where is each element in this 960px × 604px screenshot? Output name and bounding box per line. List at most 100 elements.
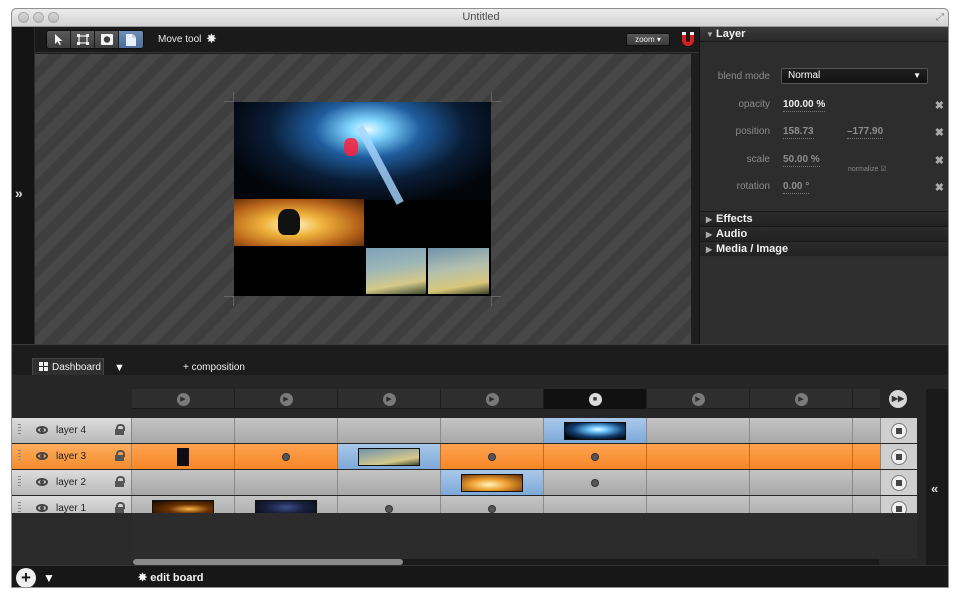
- column-play-button[interactable]: ▶: [132, 389, 235, 409]
- normalize-checkbox[interactable]: normalize ☑: [848, 165, 887, 173]
- media-image-section-header[interactable]: ▶ Media / Image: [700, 241, 948, 256]
- drag-grip-icon[interactable]: [18, 476, 21, 488]
- empty-clip-cell[interactable]: [338, 470, 441, 495]
- media-tool-button[interactable]: [119, 31, 143, 48]
- audio-section-title: Audio: [716, 228, 748, 240]
- snap-magnet-icon[interactable]: [681, 31, 695, 47]
- canvas-clip-sky-right[interactable]: [428, 248, 489, 294]
- empty-clip-cell[interactable]: [235, 470, 338, 495]
- transform-tool-button[interactable]: [71, 31, 95, 48]
- lock-icon[interactable]: [115, 502, 125, 513]
- row-stop-control[interactable]: [880, 418, 917, 443]
- effects-section-header[interactable]: ▶ Effects: [700, 211, 948, 226]
- empty-clip-cell[interactable]: [544, 444, 647, 469]
- composition-canvas[interactable]: [35, 54, 691, 344]
- expand-left-panel-icon[interactable]: »: [15, 185, 23, 201]
- layer-row-label[interactable]: layer 2: [12, 470, 132, 495]
- clip-cell[interactable]: [132, 444, 235, 469]
- lock-icon[interactable]: [115, 424, 125, 435]
- app-window: Untitled ⤢ » Move tool ✸ zoom ▾ ▼ Layer …: [11, 8, 949, 588]
- empty-clip-cell[interactable]: [132, 418, 235, 443]
- layer-name: layer 2: [56, 477, 87, 488]
- stop-icon: [891, 474, 907, 491]
- rotation-unit: °: [805, 181, 810, 192]
- reset-position-icon[interactable]: ✖: [935, 126, 944, 139]
- drag-grip-icon[interactable]: [18, 450, 21, 462]
- collapse-right-panel-icon[interactable]: «: [926, 389, 948, 565]
- canvas-clip-flash[interactable]: [234, 102, 491, 200]
- lock-icon[interactable]: [115, 450, 125, 461]
- opacity-unit: %: [816, 99, 826, 110]
- column-play-button[interactable]: ▶: [338, 389, 441, 409]
- edit-board-button[interactable]: ✸ edit board: [138, 571, 203, 584]
- position-x-field[interactable]: 158.73: [783, 126, 814, 139]
- clip-thumbnail: [461, 473, 523, 492]
- tool-settings-gear-icon[interactable]: ✸: [206, 31, 217, 47]
- canvas-clip-sky-left[interactable]: [366, 248, 426, 294]
- layer-clip-cells: [132, 418, 880, 443]
- column-stop-button[interactable]: ■: [544, 389, 647, 409]
- dashboard-menu-caret-icon[interactable]: ▼: [114, 362, 125, 374]
- empty-clip-cell[interactable]: [647, 444, 750, 469]
- clip-cell-active[interactable]: [338, 444, 441, 469]
- stage-frame[interactable]: [234, 102, 491, 296]
- inspector-empty-area: [700, 257, 948, 344]
- empty-clip-cell[interactable]: [544, 470, 647, 495]
- layer-section-header[interactable]: ▼ Layer: [700, 27, 948, 42]
- zoom-dropdown[interactable]: zoom ▾: [626, 33, 670, 46]
- add-composition-button[interactable]: + composition: [183, 362, 245, 373]
- clip-cell-active[interactable]: [544, 418, 647, 443]
- empty-clip-cell[interactable]: [441, 418, 544, 443]
- drag-grip-icon[interactable]: [18, 424, 21, 436]
- visibility-eye-icon[interactable]: [36, 426, 48, 434]
- blend-mode-select[interactable]: Normal ▼: [781, 68, 928, 84]
- grid-icon: [39, 362, 48, 371]
- visibility-eye-icon[interactable]: [36, 478, 48, 486]
- empty-clip-cell[interactable]: [647, 418, 750, 443]
- audio-section-header[interactable]: ▶ Audio: [700, 226, 948, 241]
- layer-row-label[interactable]: layer 4: [12, 418, 132, 443]
- reset-rotation-icon[interactable]: ✖: [935, 181, 944, 194]
- row-stop-control[interactable]: [880, 470, 917, 495]
- opacity-field[interactable]: 100.00 %: [783, 99, 826, 112]
- lock-icon[interactable]: [115, 476, 125, 487]
- visibility-eye-icon[interactable]: [36, 452, 48, 460]
- empty-clip-cell[interactable]: [647, 470, 750, 495]
- empty-clip-cell[interactable]: [132, 470, 235, 495]
- add-layer-button[interactable]: +: [16, 568, 36, 587]
- column-play-button[interactable]: ▶: [235, 389, 338, 409]
- clip-cell-active[interactable]: [441, 470, 544, 495]
- empty-clip-cell[interactable]: [235, 444, 338, 469]
- disclosure-open-icon: ▼: [706, 30, 714, 39]
- empty-clip-cell[interactable]: [441, 444, 544, 469]
- tab-dashboard[interactable]: Dashboard: [32, 358, 104, 376]
- column-play-button[interactable]: ▶: [647, 389, 750, 409]
- rotation-field[interactable]: 0.00 °: [783, 181, 810, 194]
- empty-clip-cell[interactable]: [235, 418, 338, 443]
- blend-mode-label: blend mode: [717, 71, 770, 82]
- column-play-button[interactable]: ▶: [441, 389, 544, 409]
- empty-clip-cell[interactable]: [750, 470, 853, 495]
- visibility-eye-icon[interactable]: [36, 504, 48, 512]
- reset-scale-icon[interactable]: ✖: [935, 154, 944, 167]
- select-arrow-tool-button[interactable]: [47, 31, 71, 48]
- empty-clip-cell[interactable]: [338, 418, 441, 443]
- layer-row-3[interactable]: layer 3: [12, 444, 917, 469]
- empty-clip-cell[interactable]: [750, 444, 853, 469]
- disclosure-closed-icon: ▶: [706, 230, 713, 239]
- reset-opacity-icon[interactable]: ✖: [935, 99, 944, 112]
- arrow-cursor-icon: [55, 34, 63, 45]
- layer-row-4[interactable]: layer 4: [12, 418, 917, 443]
- empty-clip-cell[interactable]: [750, 418, 853, 443]
- layer-row-label[interactable]: layer 3: [12, 444, 132, 469]
- position-y-field[interactable]: –177.90: [847, 126, 884, 139]
- column-play-button[interactable]: ▶: [750, 389, 853, 409]
- add-menu-caret-icon[interactable]: ▼: [43, 571, 55, 585]
- scale-field[interactable]: 50.00 %: [783, 154, 820, 167]
- layer-row-2[interactable]: layer 2: [12, 470, 917, 495]
- fast-forward-icon[interactable]: ▶▶: [889, 390, 907, 408]
- fullscreen-icon[interactable]: ⤢: [936, 12, 944, 23]
- mask-tool-button[interactable]: [95, 31, 119, 48]
- canvas-clip-fire[interactable]: [234, 199, 364, 246]
- row-stop-control[interactable]: [880, 444, 917, 469]
